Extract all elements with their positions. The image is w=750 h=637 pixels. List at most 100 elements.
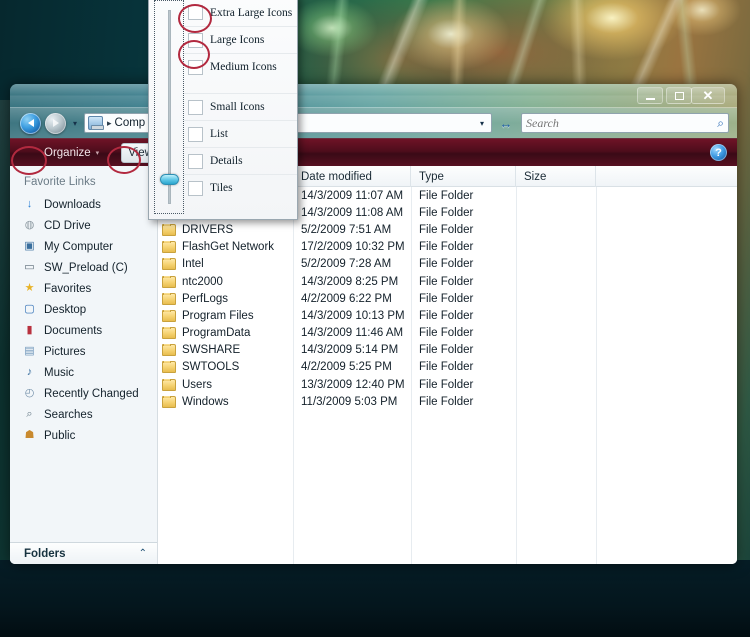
back-arrow-icon [27,119,34,127]
sidebar-item-downloads[interactable]: ↓ Downloads [10,194,157,215]
refresh-icon[interactable]: ↔ [496,113,516,133]
table-row[interactable]: ntc2000 14/3/2009 8:25 PM File Folder [158,273,737,290]
table-row[interactable]: DRIVERS 5/2/2009 7:51 AM File Folder [158,221,737,238]
screen: ✕ ▾ ▸ Comp ▾ ↔ ⌕ [0,0,750,637]
table-row[interactable]: SWTOOLS 4/2/2009 5:25 PM File Folder [158,359,737,376]
folder-icon [162,258,176,271]
menu-item-list[interactable]: List [184,120,297,147]
checkbox-icon[interactable] [188,5,203,20]
sidebar-item-searches[interactable]: ⌕ Searches [10,404,157,425]
search-input[interactable] [526,115,718,131]
checkbox-icon[interactable] [188,32,203,48]
table-row[interactable]: Program Files 14/3/2009 10:13 PM File Fold… [158,307,737,324]
cell-name: SWSHARE [158,344,293,357]
folder-icon [162,223,176,236]
forward-button[interactable] [45,112,66,134]
chevron-down-icon[interactable]: ▾ [476,119,488,128]
minimize-button[interactable] [637,87,663,104]
cell-date-modified: 4/2/2009 5:25 PM [301,361,392,374]
menu-item-extra-large-icons[interactable]: Extra Large Icons [184,0,297,26]
table-row[interactable]: Users 13/3/2009 12:40 PM File Folder [158,376,737,393]
cell-type: File Folder [419,223,474,236]
search-box[interactable]: ⌕ [521,113,729,133]
menu-item-large-icons[interactable]: Large Icons [184,26,297,53]
folder-icon [162,395,176,408]
folder-icon [162,344,176,357]
table-row[interactable]: ProgramData 14/3/2009 11:46 AM File Folder [158,325,737,342]
file-name-label: Intel [182,258,204,271]
sidebar-item-music[interactable]: ♪ Music [10,362,157,383]
file-name-label: PerfLogs [182,292,229,305]
sidebar-item-desktop[interactable]: ▢ Desktop [10,299,157,320]
folder-icon [162,309,176,322]
organize-button[interactable]: Organize ▾ [44,147,99,159]
column-header-type[interactable]: Type [411,166,516,187]
table-row[interactable]: Windows 11/3/2009 5:03 PM File Folder [158,393,737,410]
cell-date-modified: 14/3/2009 11:07 AM [301,189,404,202]
checkbox-icon[interactable] [188,180,203,196]
sidebar-item-pictures[interactable]: ▤ Pictures [10,341,157,362]
sidebar-item-documents[interactable]: ▮ Documents [10,320,157,341]
checkbox-icon[interactable] [188,153,203,169]
cell-date-modified: 14/3/2009 10:13 PM [301,309,405,322]
forward-arrow-icon [52,119,59,127]
sidebar-item-label: My Computer [44,240,114,253]
column-header-size[interactable]: Size [516,166,596,187]
explorer-window: ✕ ▾ ▸ Comp ▾ ↔ ⌕ [10,84,737,564]
checkbox-icon[interactable] [188,126,203,142]
sidebar-item-favorites[interactable]: ★ Favorites [10,278,157,299]
cell-type: File Folder [419,344,474,357]
back-button[interactable] [20,112,41,134]
address-bar: ▾ ▸ Comp ▾ ↔ ⌕ [10,108,737,138]
sidebar-item-cd-drive[interactable]: ◍ CD Drive [10,215,157,236]
sidebar-item-label: SW_Preload (C) [44,261,128,274]
cell-name: Users [158,378,293,391]
maximize-button[interactable] [666,87,692,104]
cell-type: File Folder [419,189,474,202]
menu-item-tiles[interactable]: Tiles [184,174,297,201]
checkbox-icon[interactable] [188,59,203,75]
sidebar-item-sw-preload-c[interactable]: ▭ SW_Preload (C) [10,257,157,278]
cell-name: Intel [158,258,293,271]
cell-name: SWTOOLS [158,361,293,374]
folder-icon [162,327,176,340]
file-name-label: DRIVERS [182,223,234,236]
cell-date-modified: 5/2/2009 7:28 AM [301,258,392,271]
column-header-date-modified[interactable]: Date modified [293,166,411,187]
search-icon: ⌕ [717,115,724,130]
folders-expander[interactable]: Folders ⌃ [10,542,157,564]
sidebar-item-public[interactable]: ☗ Public [10,425,157,446]
pictures-icon: ▤ [24,345,35,357]
cell-date-modified: 5/2/2009 7:51 AM [301,223,392,236]
slider-thumb[interactable] [160,174,179,185]
sidebar-item-label: CD Drive [44,219,91,232]
sidebar-item-recently-changed[interactable]: ◴ Recently Changed [10,383,157,404]
close-button[interactable]: ✕ [691,87,725,104]
cell-type: File Folder [419,292,474,305]
sidebar-item-label: Searches [44,408,93,421]
folder-icon [162,241,176,254]
menu-item-label: Tiles [210,182,233,194]
table-row[interactable]: PerfLogs 4/2/2009 6:22 PM File Folder [158,290,737,307]
view-size-slider[interactable] [154,0,184,214]
table-row[interactable]: Intel 5/2/2009 7:28 AM File Folder [158,256,737,273]
window-titlebar: ✕ [10,84,737,108]
cell-date-modified: 14/3/2009 11:46 AM [301,327,404,340]
cell-type: File Folder [419,258,474,271]
desktop-lower-area [0,560,750,637]
views-menu-items: Extra Large Icons Large Icons Medium Icons… [184,0,297,219]
menu-item-small-icons[interactable]: Small Icons [184,93,297,120]
favorite-links-header: Favorite Links [24,176,96,188]
help-button[interactable]: ? [710,144,727,161]
table-row[interactable]: FlashGet Network 17/2/2009 10:32 PM File F… [158,239,737,256]
table-row[interactable]: SWSHARE 14/3/2009 5:14 PM File Folder [158,342,737,359]
checkbox-icon[interactable] [188,99,203,115]
cell-date-modified: 13/3/2009 12:40 PM [301,378,405,391]
cell-type: File Folder [419,361,474,374]
menu-item-label: Medium Icons [210,61,277,73]
menu-item-medium-icons[interactable]: Medium Icons [184,53,297,80]
sidebar-item-my-computer[interactable]: ▣ My Computer [10,236,157,257]
file-name-label: Program Files [182,309,254,322]
history-dropdown-icon[interactable]: ▾ [70,119,80,128]
menu-item-details[interactable]: Details [184,147,297,174]
